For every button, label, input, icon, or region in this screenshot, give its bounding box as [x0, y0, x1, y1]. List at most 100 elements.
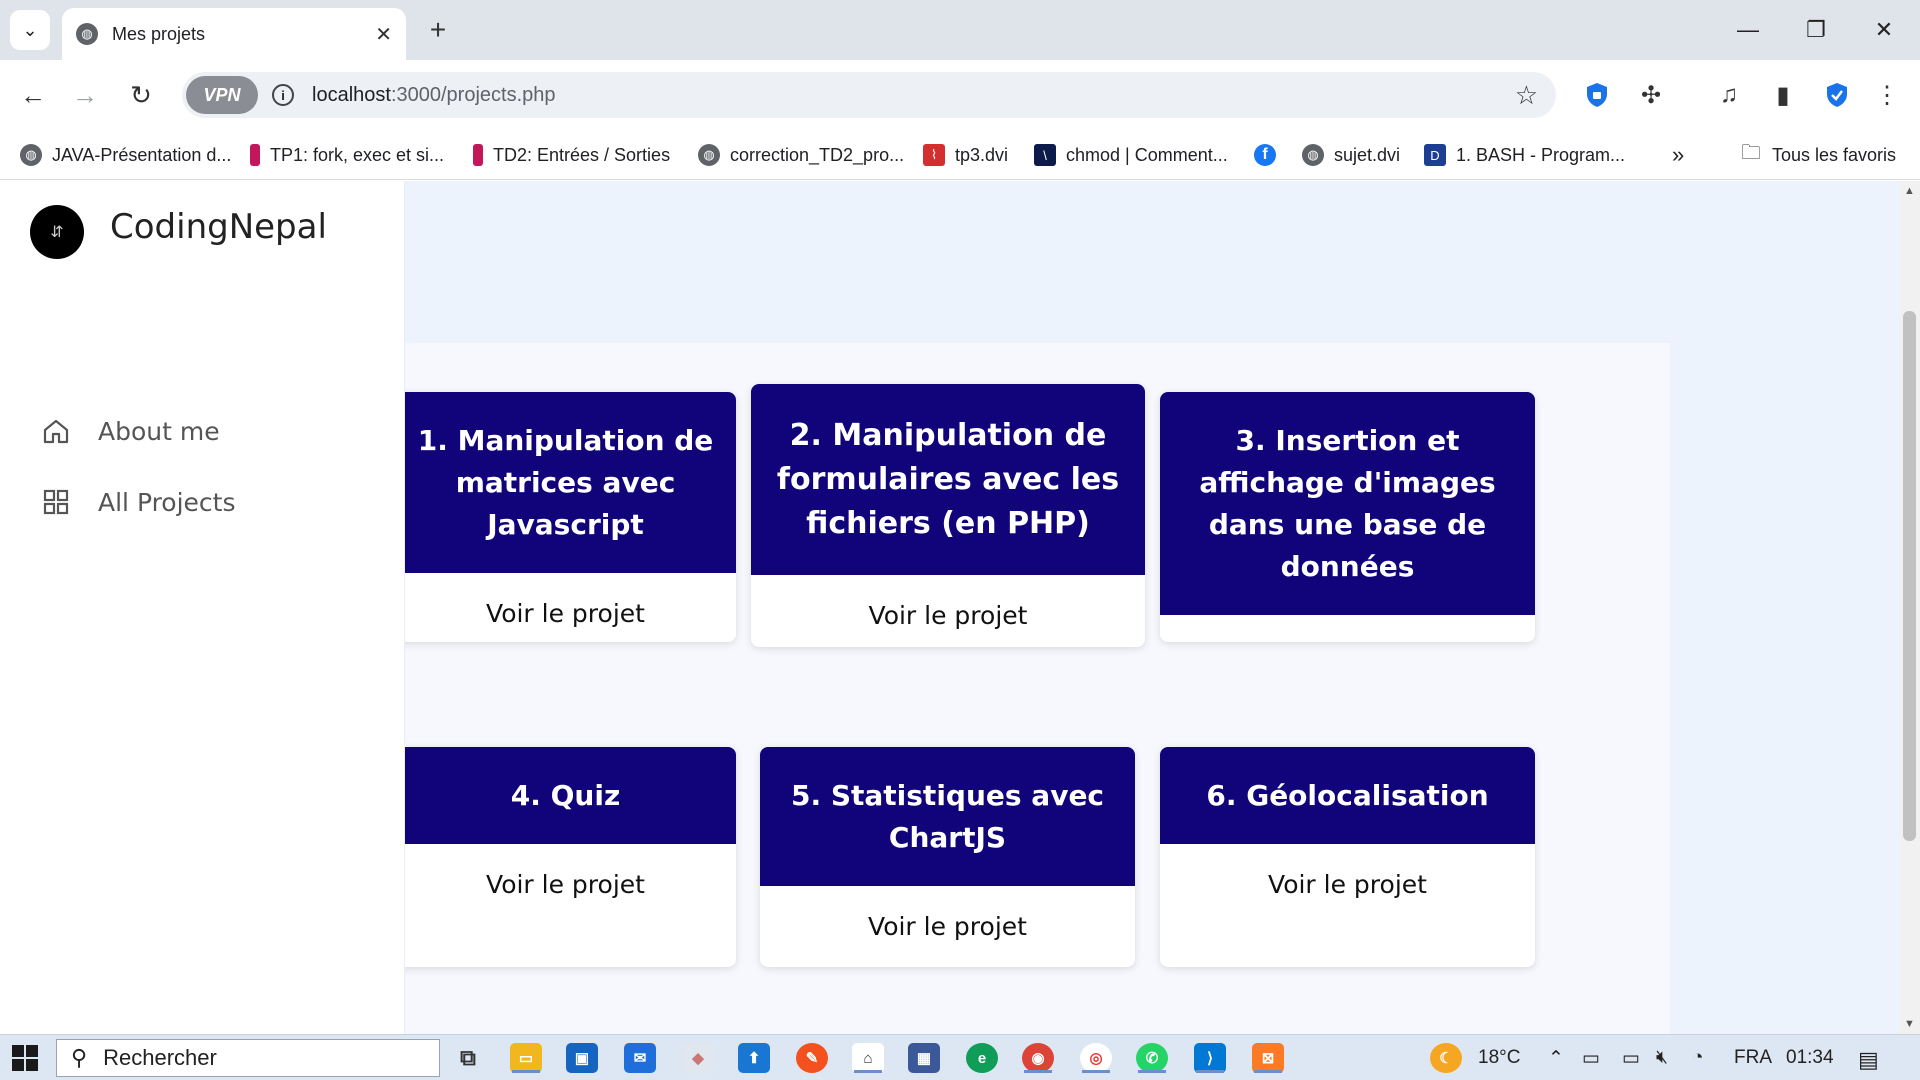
compass-icon[interactable]: ✎	[796, 1043, 828, 1073]
arrow-right-icon: →	[72, 79, 98, 110]
clock-time[interactable]: 01:34	[1786, 1047, 1834, 1069]
project-card[interactable]: 4. Quiz Voir le projet	[405, 747, 736, 967]
project-card[interactable]: 2. Manipulation de formulaires avec les …	[751, 384, 1145, 647]
close-window-button[interactable]: ✕	[1864, 12, 1904, 48]
bitwarden-shield-icon[interactable]	[1820, 78, 1854, 112]
restore-button[interactable]: ❐	[1796, 12, 1836, 48]
project-title: 5. Statistiques avec ChartJS	[760, 747, 1135, 886]
windows-taskbar: ⚲ Rechercher ⧉ ▭ ▣ ✉ ◆ ⬆ ✎ ⌂ ▦ e ◉ ◎ ✆ ⟩…	[0, 1034, 1920, 1080]
globe-icon: ◍	[20, 144, 42, 166]
bookmark-item[interactable]: ◍ JAVA-Présentation d...	[20, 140, 231, 170]
minimize-button[interactable]: —	[1728, 12, 1768, 48]
bookmark-label: correction_TD2_pro...	[730, 144, 905, 165]
view-project-link[interactable]: Voir le projet	[751, 575, 1145, 630]
url-text[interactable]: localhost:3000/projects.php	[312, 84, 556, 107]
globe-icon: ◍	[1302, 144, 1324, 166]
display-icon[interactable]: ▭	[1582, 1047, 1600, 1070]
windows-start-button[interactable]	[12, 1045, 38, 1071]
tab-search-button[interactable]: ⌄	[10, 10, 50, 50]
puzzle-icon[interactable]: ✣	[1634, 78, 1668, 112]
vscode-icon[interactable]: ⟩	[1194, 1043, 1226, 1073]
extension-shield-icon[interactable]	[1580, 78, 1614, 112]
sidebar-item-all-projects[interactable]: All Projects	[40, 482, 236, 522]
whatsapp-icon[interactable]: ✆	[1136, 1043, 1168, 1073]
edge-icon[interactable]: e	[966, 1043, 998, 1073]
project-card[interactable]: 3. Insertion et affichage d'images dans …	[1160, 392, 1535, 642]
tray-expand-icon[interactable]: ⌃	[1548, 1047, 1564, 1070]
project-title: 6. Géolocalisation	[1160, 747, 1535, 844]
mail-icon[interactable]: ✉	[624, 1043, 656, 1073]
info-icon[interactable]: i	[272, 84, 294, 106]
vpn-button[interactable]: VPN	[186, 76, 258, 114]
close-icon[interactable]: ✕	[375, 22, 392, 47]
xampp-icon[interactable]: ⊠	[1252, 1043, 1284, 1073]
new-tab-button[interactable]: +	[422, 14, 454, 46]
side-panel-icon[interactable]: ▮	[1766, 78, 1800, 112]
bookmark-label: Tous les favoris	[1772, 144, 1897, 165]
home-icon	[40, 415, 72, 447]
language-indicator[interactable]: FRA	[1734, 1047, 1772, 1069]
address-bar[interactable]: VPN i localhost:3000/projects.php ☆	[182, 72, 1556, 118]
sidebar-item-about-me[interactable]: About me	[40, 411, 220, 451]
doc-icon	[473, 144, 483, 166]
tab-title: Mes projets	[112, 23, 206, 44]
scroll-down-icon[interactable]: ▼	[1903, 1018, 1916, 1030]
chrome-alt-icon[interactable]: ◎	[1080, 1043, 1112, 1073]
globe-icon: ◍	[698, 144, 720, 166]
star-icon[interactable]: ☆	[1515, 80, 1538, 111]
url-host: localhost	[312, 83, 391, 106]
bookmark-item[interactable]: f	[1254, 140, 1286, 170]
speaker-muted-icon[interactable]: 🔇︎	[1656, 1047, 1668, 1069]
project-card[interactable]: 5. Statistiques avec ChartJS Voir le pro…	[760, 747, 1135, 967]
browser-toolbar: ← → ↻ VPN i localhost:3000/projects.php …	[0, 60, 1920, 130]
file-explorer-icon[interactable]: ▭	[510, 1043, 542, 1073]
store-icon[interactable]: ▣	[566, 1043, 598, 1073]
back-button[interactable]: ←	[14, 76, 52, 114]
folder-icon: 🗀	[1741, 142, 1761, 164]
scroll-up-icon[interactable]: ▲	[1903, 185, 1916, 197]
reload-button[interactable]: ↻	[122, 76, 160, 114]
view-project-link[interactable]: Voir le projet	[405, 573, 736, 628]
bookmark-label: 1. BASH - Program...	[1456, 144, 1626, 165]
chrome-icon[interactable]: ◉	[1022, 1043, 1054, 1073]
git-icon[interactable]: ◆	[682, 1043, 714, 1073]
view-project-link[interactable]: Voir le projet	[1160, 615, 1535, 642]
battery-icon[interactable]: ▭	[1622, 1047, 1640, 1070]
weather-moon-icon[interactable]: ☾	[1430, 1043, 1462, 1073]
kebab-menu-icon[interactable]: ⋮	[1870, 78, 1904, 112]
view-project-link[interactable]: Voir le projet	[1160, 844, 1535, 899]
more-bookmarks-button[interactable]: »	[1672, 140, 1684, 170]
browser-tab-active[interactable]: ◍ Mes projets ✕	[62, 8, 406, 60]
all-bookmarks-folder[interactable]: 🗀 Tous les favoris	[1740, 140, 1896, 170]
page-scrollbar[interactable]: ▲ ▼	[1899, 181, 1920, 1034]
task-view-icon[interactable]: ⧉	[452, 1043, 484, 1073]
bookmark-item[interactable]: D 1. BASH - Program...	[1424, 140, 1625, 170]
arrow-app-icon[interactable]: ⬆	[738, 1043, 770, 1073]
view-project-link[interactable]: Voir le projet	[760, 886, 1135, 941]
close-icon: ✕	[1874, 17, 1894, 42]
project-card[interactable]: 6. Géolocalisation Voir le projet	[1160, 747, 1535, 967]
brand-logo-icon[interactable]: ⇵	[30, 205, 84, 259]
grid-icon	[40, 486, 72, 518]
photo-app-icon[interactable]: ▦	[908, 1043, 940, 1073]
media-control-icon[interactable]: ♫	[1712, 78, 1746, 112]
scrollbar-thumb[interactable]	[1903, 311, 1916, 841]
wifi-icon[interactable]: ◔	[1692, 1047, 1703, 1069]
bookmark-item[interactable]: TD2: Entrées / Sorties	[473, 140, 670, 170]
house-app-icon[interactable]: ⌂	[852, 1043, 884, 1073]
bookmark-item[interactable]: \ chmod | Comment...	[1034, 140, 1228, 170]
notification-icon[interactable]: ▤	[1858, 1047, 1879, 1073]
bookmark-item[interactable]: TP1: fork, exec et si...	[250, 140, 444, 170]
brand-name[interactable]: CodingNepal	[110, 207, 327, 247]
weather-temp[interactable]: 18°C	[1478, 1047, 1520, 1069]
project-card[interactable]: 1. Manipulation de matrices avec Javascr…	[405, 392, 736, 642]
restore-icon: ❐	[1806, 17, 1826, 42]
view-project-link[interactable]: Voir le projet	[405, 844, 736, 899]
forward-button[interactable]: →	[66, 76, 104, 114]
bookmark-item[interactable]: ⌇ tp3.dvi	[923, 140, 1008, 170]
bookmark-item[interactable]: ◍ correction_TD2_pro...	[698, 140, 904, 170]
globe-icon: ◍	[76, 23, 98, 45]
taskbar-search-box[interactable]: ⚲ Rechercher	[56, 1039, 440, 1077]
bookmark-label: sujet.dvi	[1334, 144, 1401, 165]
bookmark-item[interactable]: ◍ sujet.dvi	[1302, 140, 1400, 170]
